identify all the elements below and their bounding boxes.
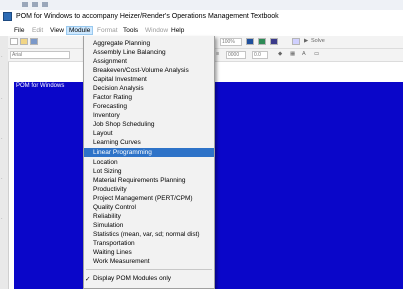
menu-item-productivity[interactable]: Productivity <box>84 185 214 194</box>
menu-item-simulation[interactable]: Simulation <box>84 221 214 230</box>
menu-item-quality-control[interactable]: Quality Control <box>84 203 214 212</box>
align-icon[interactable]: ≡ <box>216 51 219 57</box>
menu-item-waiting-lines[interactable]: Waiting Lines <box>84 248 214 257</box>
menu-item-work-measurement[interactable]: Work Measurement <box>84 257 214 266</box>
gutter-marker-icon: · <box>1 216 3 222</box>
child-window-title: POM for Windows <box>14 82 86 91</box>
module-dropdown-menu: Aggregate Planning Assembly Line Balanci… <box>83 36 215 289</box>
menu-format[interactable]: Format <box>97 27 118 34</box>
quick-access-strip <box>0 0 403 10</box>
menu-item-reliability[interactable]: Reliability <box>84 212 214 221</box>
solve-button[interactable]: Solve <box>311 38 325 44</box>
menu-item-job-shop-scheduling[interactable]: Job Shop Scheduling <box>84 120 214 129</box>
decimal-select[interactable]: 0.0 <box>252 51 268 59</box>
app-icon <box>3 12 12 21</box>
gutter-marker-icon: · <box>1 54 3 60</box>
left-gutter: · · · · · <box>0 36 9 289</box>
menu-module[interactable]: Module <box>66 26 94 35</box>
menu-view[interactable]: View <box>50 27 64 34</box>
table-icon[interactable] <box>258 38 266 45</box>
menu-item-decision-analysis[interactable]: Decision Analysis <box>84 84 214 93</box>
chart-icon[interactable] <box>270 38 278 45</box>
grid-lines-icon[interactable]: ▦ <box>290 51 295 57</box>
menu-item-factor-rating[interactable]: Factor Rating <box>84 93 214 102</box>
quick-save-icon[interactable] <box>22 2 28 7</box>
gutter-marker-icon: · <box>1 176 3 182</box>
menu-item-layout[interactable]: Layout <box>84 129 214 138</box>
menu-help[interactable]: Help <box>171 27 184 34</box>
menu-item-transportation[interactable]: Transportation <box>84 239 214 248</box>
menu-separator <box>86 269 212 270</box>
menu-item-linear-programming[interactable]: Linear Programming <box>84 148 214 157</box>
menu-item-assembly-line-balancing[interactable]: Assembly Line Balancing <box>84 48 214 57</box>
menu-tools[interactable]: Tools <box>123 27 138 34</box>
menu-item-breakeven[interactable]: Breakeven/Cost-Volume Analysis <box>84 66 214 75</box>
borders-icon[interactable]: ▭ <box>314 51 319 57</box>
menu-item-capital-investment[interactable]: Capital Investment <box>84 75 214 84</box>
font-select[interactable]: Arial <box>10 51 70 59</box>
menu-item-learning-curves[interactable]: Learning Curves <box>84 138 214 147</box>
number-format-select[interactable]: 0000 <box>226 51 246 59</box>
menu-window[interactable]: Window <box>145 27 168 34</box>
quick-undo-icon[interactable] <box>32 2 38 7</box>
menu-edit[interactable]: Edit <box>32 27 43 34</box>
window-title: POM for Windows to accompany Heizer/Rend… <box>16 13 279 20</box>
menu-item-forecasting[interactable]: Forecasting <box>84 102 214 111</box>
menu-bar: File Edit View Module Format Tools Windo… <box>8 26 403 36</box>
fill-color-icon[interactable]: ◆ <box>278 51 282 57</box>
zoom-select[interactable]: 100% <box>220 38 242 46</box>
menu-item-location[interactable]: Location <box>84 158 214 167</box>
menu-item-statistics[interactable]: Statistics (mean, var, sd; normal dist) <box>84 230 214 239</box>
solve-button-arrow[interactable]: ▶ <box>304 38 308 44</box>
save-icon[interactable] <box>30 38 38 45</box>
menu-file[interactable]: File <box>14 27 24 34</box>
font-color-icon[interactable]: A <box>302 51 306 57</box>
menu-item-inventory[interactable]: Inventory <box>84 111 214 120</box>
help-icon[interactable] <box>292 38 300 45</box>
quick-redo-icon[interactable] <box>42 2 48 7</box>
new-file-icon[interactable] <box>10 38 18 45</box>
gutter-marker-icon: · <box>1 136 3 142</box>
grid-icon[interactable] <box>246 38 254 45</box>
menu-item-lot-sizing[interactable]: Lot Sizing <box>84 167 214 176</box>
menu-item-mrp[interactable]: Material Requirements Planning <box>84 176 214 185</box>
menu-item-aggregate-planning[interactable]: Aggregate Planning <box>84 39 214 48</box>
menu-item-assignment[interactable]: Assignment <box>84 57 214 66</box>
menu-item-project-management[interactable]: Project Management (PERT/CPM) <box>84 194 214 203</box>
open-file-icon[interactable] <box>20 38 28 45</box>
gutter-marker-icon: · <box>1 96 3 102</box>
title-bar: POM for Windows to accompany Heizer/Rend… <box>0 10 403 24</box>
menu-item-display-pom-only[interactable]: Display POM Modules only <box>84 274 214 283</box>
